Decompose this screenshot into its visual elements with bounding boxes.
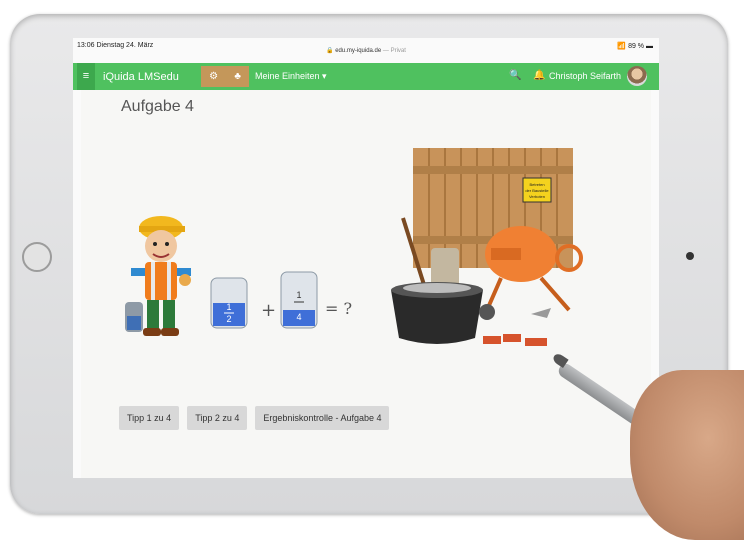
bell-icon[interactable]: 🔔 <box>533 70 545 81</box>
tip-2-button[interactable]: Tipp 2 zu 4 <box>187 406 248 430</box>
tip-1-button[interactable]: Tipp 1 zu 4 <box>119 406 180 430</box>
gears-icon[interactable]: ⚙ <box>209 71 218 82</box>
worker-image <box>125 216 191 336</box>
canister-half-image: 1 2 <box>210 277 248 329</box>
url-text: edu.my-iquida.de <box>335 48 382 54</box>
private-label: — Privat <box>382 48 406 54</box>
battery-text: 89 % <box>628 43 645 50</box>
battery-indicator: 📶 89 % ▬ <box>617 43 653 50</box>
canister-quarter-image: 1 4 <box>280 271 318 329</box>
url-bar[interactable]: 🔒 edu.my-iquida.de — Privat <box>73 47 659 54</box>
tool-buttons[interactable]: ⚙ ♣ <box>201 66 249 87</box>
cement-tub-image <box>391 282 483 344</box>
hint-buttons: Tipp 1 zu 4 Tipp 2 zu 4 Ergebniskontroll… <box>119 406 390 430</box>
frac2-den: 4 <box>296 312 301 322</box>
navbar: ≡ iQuida LMSedu ⚙ ♣ Meine Einheiten ▾ 🔍 … <box>73 63 659 90</box>
screen: 13:06 Dienstag 24. März 🔒 edu.my-iquida.… <box>73 38 659 478</box>
sitemap-icon[interactable]: ♣ <box>234 71 241 82</box>
frac2-num: 1 <box>296 290 301 300</box>
brand-link[interactable]: iQuida LMSedu <box>103 71 179 83</box>
search-icon[interactable]: 🔍 <box>509 70 521 81</box>
sign-line1: Betreten <box>529 182 544 187</box>
user-name[interactable]: Christoph Seifarth <box>549 71 621 81</box>
home-button[interactable] <box>22 242 52 272</box>
hand <box>630 370 744 540</box>
construction-site-image: Betreten der Baustelle Verboten <box>391 148 583 346</box>
page-title: Aufgabe 4 <box>121 98 194 115</box>
sign-line3: Verboten <box>529 194 545 199</box>
plus-sign: + <box>261 300 276 321</box>
sign-line2: der Baustelle <box>525 188 549 193</box>
main-content: Aufgabe 4 1 2 + 1 4 = ? Betreten der Bau… <box>81 90 651 478</box>
avatar[interactable] <box>627 66 647 86</box>
camera <box>686 252 694 260</box>
equals-question: = ? <box>325 299 352 318</box>
units-dropdown[interactable]: Meine Einheiten ▾ <box>255 71 327 82</box>
frac1-num: 1 <box>226 302 231 312</box>
result-check-button[interactable]: Ergebniskontrolle - Aufgabe 4 <box>255 406 390 430</box>
status-bar: 13:06 Dienstag 24. März 🔒 edu.my-iquida.… <box>73 38 659 54</box>
menu-icon[interactable]: ≡ <box>77 63 95 90</box>
warning-sign: Betreten der Baustelle Verboten <box>522 177 552 203</box>
task-illustration: 1 2 + 1 4 = ? <box>125 216 352 336</box>
frac1-den: 2 <box>226 314 231 324</box>
